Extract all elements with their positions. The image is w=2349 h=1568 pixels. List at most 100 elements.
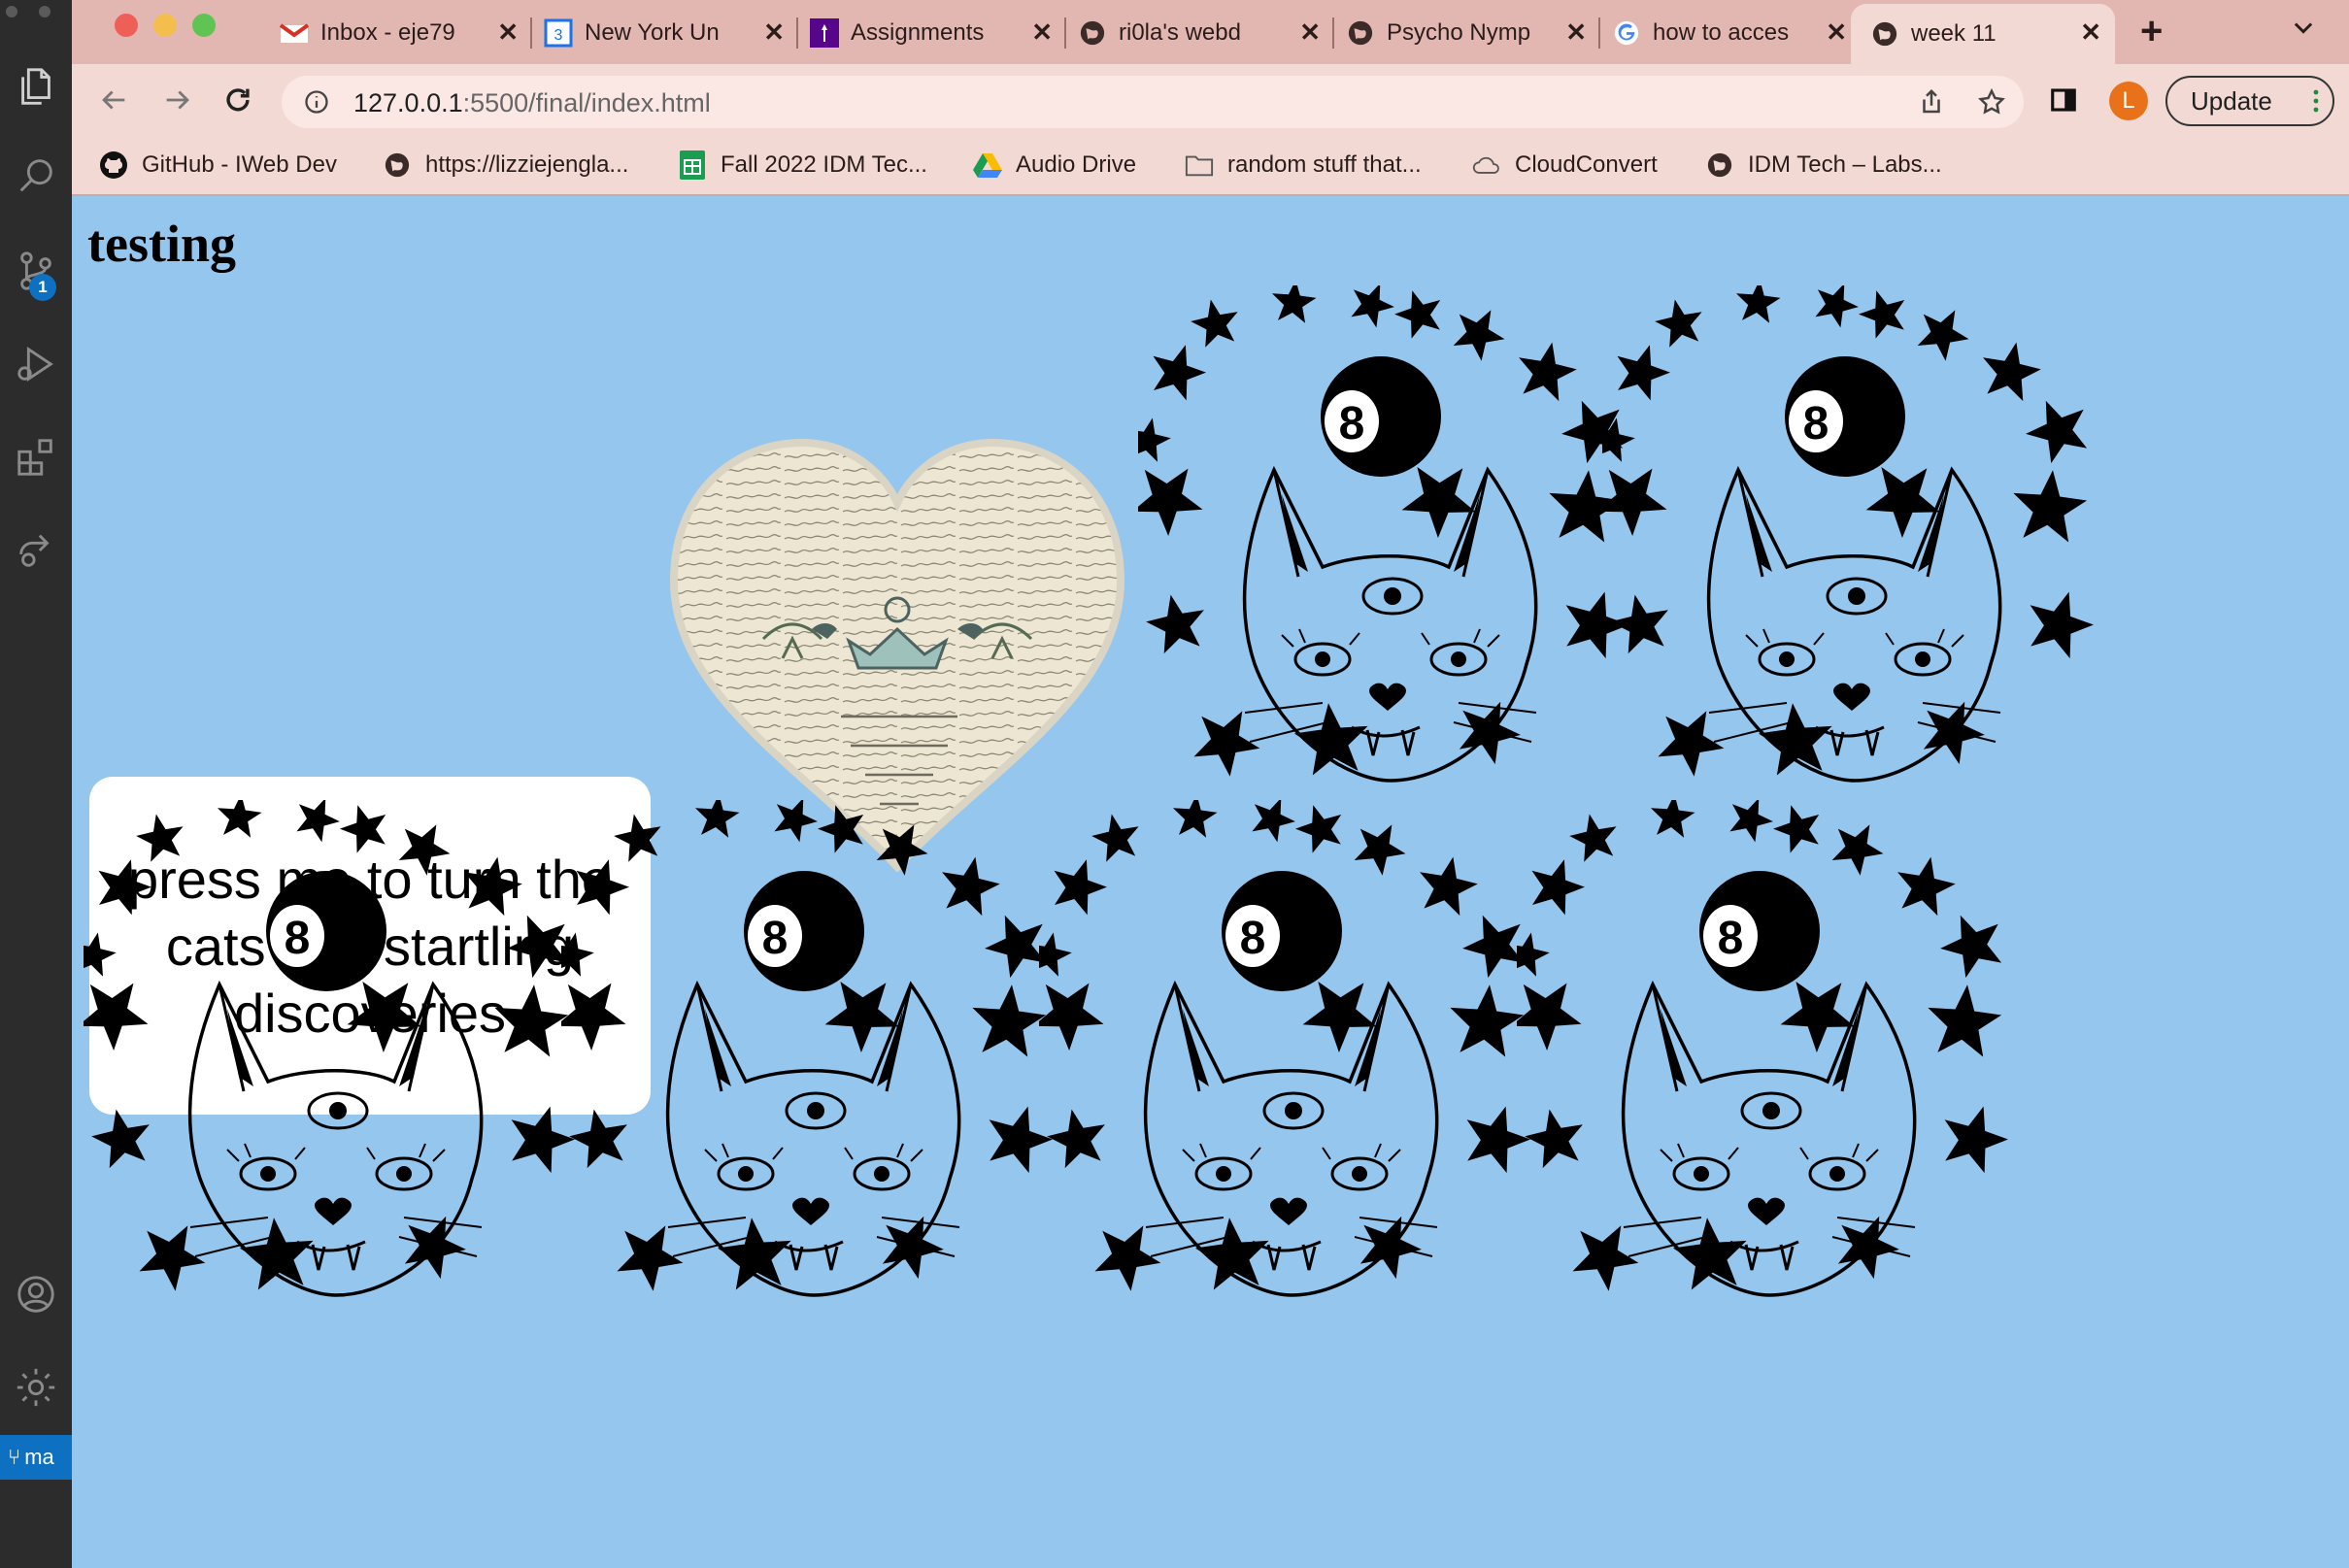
cat-illustration: 8	[1506, 794, 2022, 1353]
accounts-icon[interactable]	[12, 1270, 60, 1318]
update-label: Update	[2191, 85, 2272, 116]
google-icon	[1612, 18, 1641, 48]
svg-text:8: 8	[1240, 913, 1266, 964]
bookmark-label: random stuff that...	[1227, 151, 1422, 178]
cat-illustration: 8	[1127, 280, 1643, 839]
tab-strip: Inbox - eje79 ✕ 3 New York Un ✕ Assignme…	[72, 0, 2349, 64]
web-page: testing press me to	[72, 196, 2349, 1568]
new-tab-button[interactable]: +	[2140, 10, 2163, 53]
bookmark-label: GitHub - IWeb Dev	[142, 151, 337, 178]
site-info-icon[interactable]	[303, 88, 330, 120]
cat-illustration: 8	[73, 794, 588, 1353]
tab-how-to-access[interactable]: how to acces ✕	[1600, 8, 1861, 58]
sheets-icon	[678, 150, 707, 180]
tab-new-york[interactable]: 3 New York Un ✕	[532, 8, 798, 58]
tab-title: Inbox - eje79	[320, 19, 455, 46]
settings-gear-icon[interactable]	[12, 1363, 60, 1412]
tab-close-icon[interactable]: ✕	[1565, 17, 1587, 48]
browser-window: Inbox - eje79 ✕ 3 New York Un ✕ Assignme…	[72, 0, 2349, 1568]
bookmark-idm-tech-labs[interactable]: IDM Tech – Labs...	[1705, 148, 1942, 183]
tab-webdev[interactable]: ri0la's webd ✕	[1066, 8, 1334, 58]
tab-close-icon[interactable]: ✕	[2080, 17, 2101, 48]
git-branch-icon: ⑂	[8, 1445, 21, 1469]
tab-search-chevron-icon[interactable]	[2290, 14, 2317, 46]
tab-close-icon[interactable]: ✕	[1826, 17, 1847, 48]
bookmark-label: https://lizziejengla...	[425, 151, 629, 178]
tab-title: Assignments	[851, 19, 985, 46]
address-bar[interactable]: 127.0.0.1:5500/final/index.html	[282, 76, 2024, 128]
svg-text:8: 8	[762, 913, 789, 964]
tab-assignments[interactable]: Assignments ✕	[798, 8, 1066, 58]
extensions-icon[interactable]	[12, 433, 60, 482]
bookmark-label: Audio Drive	[1016, 151, 1137, 178]
search-icon[interactable]	[12, 151, 60, 200]
side-panel-icon[interactable]	[2049, 85, 2078, 119]
bookmark-lizzie[interactable]: https://lizziejengla...	[383, 148, 628, 183]
svg-text:8: 8	[1718, 913, 1744, 964]
url-text: 127.0.0.1:5500/final/index.html	[353, 88, 711, 118]
cat-illustration: 8	[551, 794, 1066, 1353]
tab-inbox[interactable]: Inbox - eje79 ✕	[268, 8, 532, 58]
url-host: 127.0.0.1	[353, 88, 463, 117]
cloud-icon	[1472, 150, 1501, 180]
run-debug-icon[interactable]	[12, 340, 60, 388]
minimize-window-button[interactable]	[153, 14, 177, 37]
tab-close-icon[interactable]: ✕	[1299, 17, 1321, 48]
drive-icon	[973, 150, 1002, 180]
cat-illustration: 8	[1028, 794, 1544, 1353]
tab-title: week 11	[1911, 20, 1997, 47]
calendar-icon: 3	[544, 18, 573, 48]
nyu-torch-icon	[810, 18, 839, 48]
bookmark-label: Fall 2022 IDM Tec...	[721, 151, 927, 178]
svg-text:8: 8	[285, 913, 311, 964]
window-control-dot	[6, 6, 17, 17]
svg-text:3: 3	[554, 27, 563, 44]
page-heading: testing	[87, 215, 236, 273]
svg-text:8: 8	[1339, 398, 1365, 450]
tab-title: how to acces	[1653, 19, 1790, 46]
browser-toolbar: 127.0.0.1:5500/final/index.html L Update	[72, 64, 2349, 136]
cat-illustration: 8	[1592, 280, 2107, 839]
github-icon	[99, 150, 128, 180]
bookmark-fall-2022[interactable]: Fall 2022 IDM Tec...	[678, 148, 927, 183]
forward-arrow-icon[interactable]	[161, 83, 194, 121]
gmail-icon	[280, 18, 309, 48]
tab-close-icon[interactable]: ✕	[497, 17, 519, 48]
close-window-button[interactable]	[115, 14, 138, 37]
bookmark-star-icon[interactable]	[1977, 87, 2006, 121]
globe-icon	[1346, 18, 1375, 48]
zoom-window-button[interactable]	[192, 14, 216, 37]
remote-explorer-icon[interactable]	[12, 526, 60, 575]
tab-close-icon[interactable]: ✕	[763, 17, 785, 48]
window-control-dot	[39, 6, 50, 17]
back-arrow-icon[interactable]	[97, 83, 130, 121]
source-control-badge: 1	[29, 274, 56, 301]
tab-title: Psycho Nymp	[1387, 19, 1531, 46]
tab-title: ri0la's webd	[1119, 19, 1241, 46]
bookmark-github[interactable]: GitHub - IWeb Dev	[99, 148, 337, 183]
tab-psycho-nymph[interactable]: Psycho Nymp ✕	[1334, 8, 1600, 58]
profile-avatar[interactable]: L	[2109, 82, 2148, 120]
bookmarks-bar: GitHub - IWeb Dev https://lizziejengla..…	[72, 136, 2349, 196]
tab-week-11[interactable]: week 11 ✕	[1851, 4, 2115, 64]
tab-title: New York Un	[585, 19, 720, 46]
globe-icon	[383, 150, 412, 180]
reload-icon[interactable]	[221, 83, 254, 121]
bookmark-cloudconvert[interactable]: CloudConvert	[1472, 148, 1658, 183]
more-menu-icon	[2313, 89, 2319, 119]
bookmark-label: IDM Tech – Labs...	[1748, 151, 1942, 178]
share-icon[interactable]	[1917, 87, 1946, 121]
vscode-activity-bar: 1 ⑂ ma	[0, 0, 72, 1568]
url-path: :5500/final/index.html	[462, 88, 711, 117]
folder-icon	[1185, 150, 1214, 180]
update-button[interactable]: Update	[2165, 76, 2334, 126]
tab-close-icon[interactable]: ✕	[1031, 17, 1053, 48]
bookmark-audio-drive[interactable]: Audio Drive	[973, 148, 1136, 183]
branch-label: ma	[24, 1445, 54, 1469]
files-icon[interactable]	[12, 62, 60, 111]
svg-text:8: 8	[1803, 398, 1829, 450]
globe-icon	[1078, 18, 1107, 48]
status-branch[interactable]: ⑂ ma	[0, 1435, 72, 1480]
bookmark-random-stuff[interactable]: random stuff that...	[1185, 148, 1422, 183]
globe-icon	[1870, 19, 1899, 49]
